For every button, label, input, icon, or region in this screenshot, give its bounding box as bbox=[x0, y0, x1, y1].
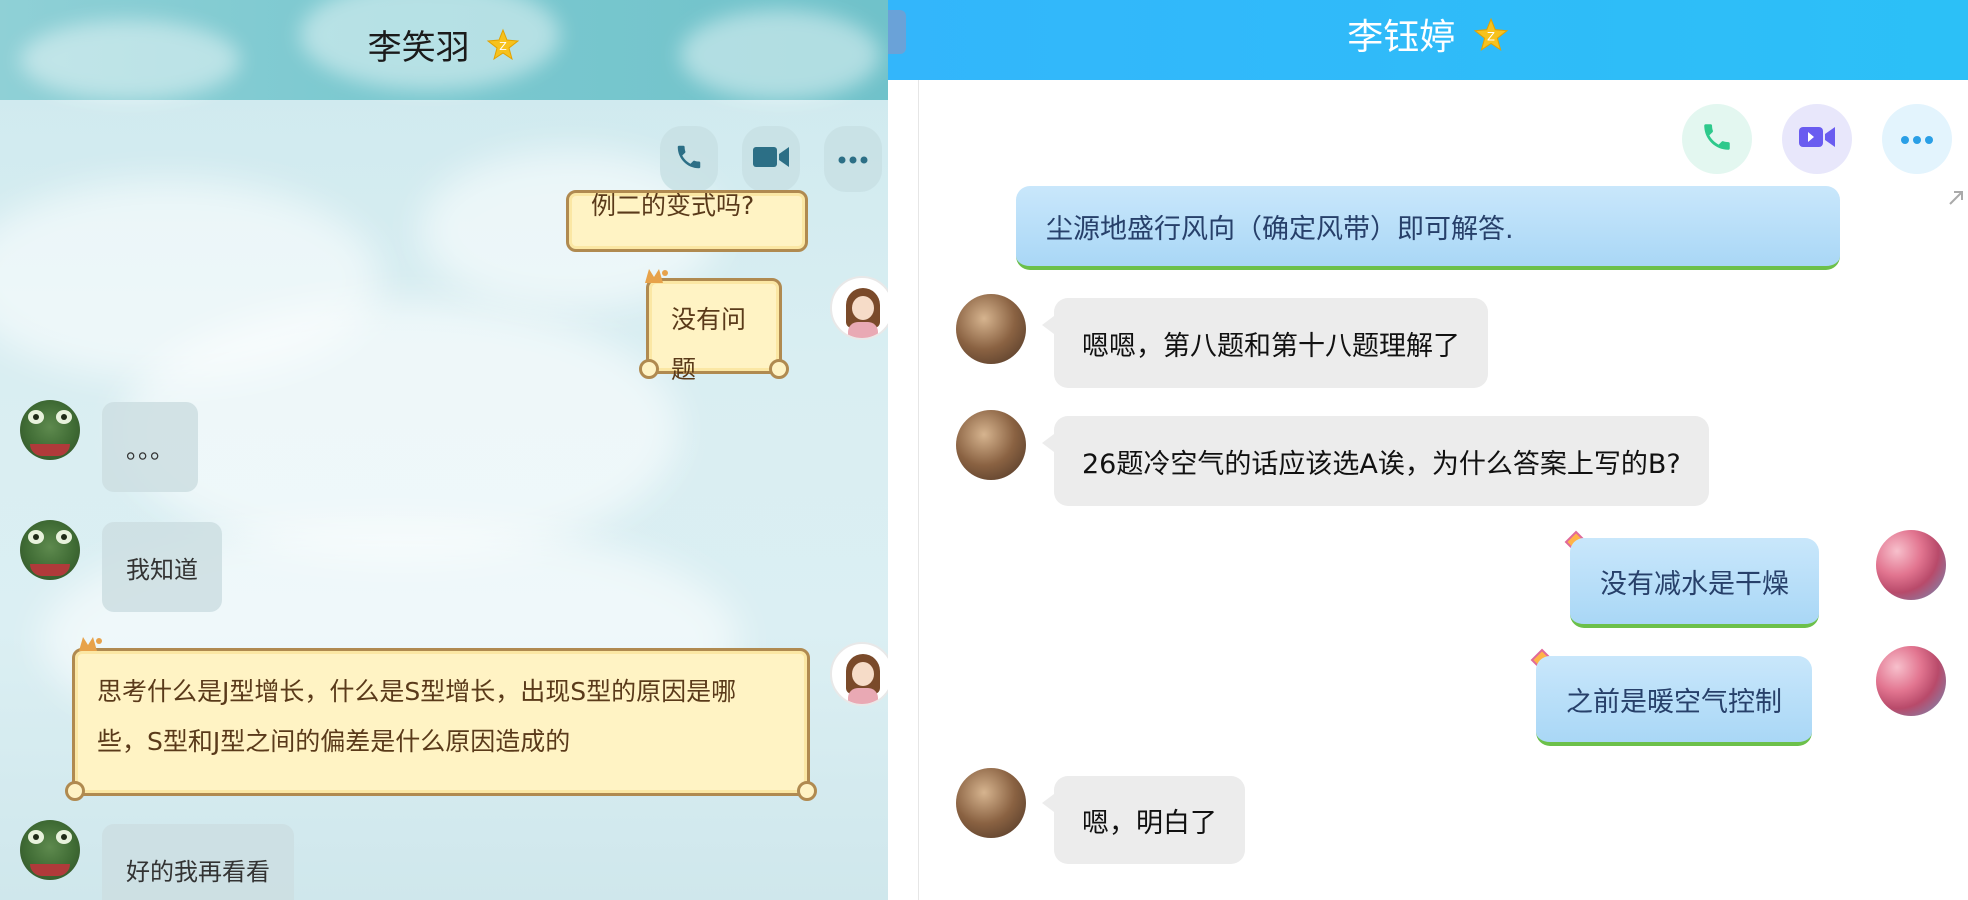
scroll-corner bbox=[769, 359, 789, 379]
scroll-corner bbox=[639, 359, 659, 379]
more-options-button[interactable] bbox=[824, 126, 882, 192]
cat-decoration-icon bbox=[645, 269, 668, 283]
message-bubble-partial: 尘源地盛行风向（确定风带）即可解答. bbox=[1016, 186, 1840, 270]
avatar-contact[interactable] bbox=[956, 768, 1026, 838]
message-bubble-partial: 例二的变式吗? bbox=[566, 190, 808, 252]
contact-name: 李钰婷 bbox=[1347, 17, 1456, 58]
call-actions bbox=[660, 126, 882, 192]
left-chat-window: 李笑羽 Z 例二的变式吗? 没有问题 。。。 我知道 思考什么是J型增长，什么是… bbox=[0, 0, 888, 900]
svg-text:Z: Z bbox=[1487, 29, 1495, 43]
message-bubble-sent: 没有减水是干燥 bbox=[1570, 538, 1819, 628]
message-bubble-sent: 之前是暖空气控制 bbox=[1536, 656, 1812, 746]
avatar-contact[interactable] bbox=[20, 820, 80, 880]
chat-header: 李钰婷 Z bbox=[888, 0, 1968, 80]
more-icon bbox=[838, 150, 868, 169]
scroll-corner bbox=[65, 781, 85, 801]
vip-star-icon: Z bbox=[1473, 17, 1509, 62]
phone-icon bbox=[1700, 120, 1734, 158]
video-call-button[interactable] bbox=[1782, 104, 1852, 174]
video-call-button[interactable] bbox=[742, 126, 800, 192]
call-actions bbox=[1682, 104, 1952, 174]
video-icon bbox=[751, 142, 791, 176]
message-bubble-received: 。。。 bbox=[102, 402, 198, 492]
message-bubble-received: 嗯嗯，第八题和第十八题理解了 bbox=[1042, 298, 1488, 388]
voice-call-button[interactable] bbox=[1682, 104, 1752, 174]
voice-call-button[interactable] bbox=[660, 126, 718, 192]
avatar-contact[interactable] bbox=[956, 294, 1026, 364]
phone-icon bbox=[674, 142, 704, 176]
avatar-self[interactable] bbox=[830, 642, 888, 706]
video-icon bbox=[1797, 122, 1837, 156]
avatar-self[interactable] bbox=[1876, 530, 1946, 600]
avatar-self[interactable] bbox=[1876, 646, 1946, 716]
avatar-contact[interactable] bbox=[20, 520, 80, 580]
avatar-contact[interactable] bbox=[20, 400, 80, 460]
contact-name: 李笑羽 bbox=[367, 28, 470, 68]
chat-header: 李笑羽 Z bbox=[0, 0, 888, 100]
cat-decoration-icon bbox=[79, 637, 102, 651]
svg-text:Z: Z bbox=[500, 40, 508, 53]
message-bubble-received: 嗯，明白了 bbox=[1042, 776, 1245, 864]
message-bubble-sent: 没有问题 bbox=[639, 269, 789, 384]
expand-arrow-icon[interactable] bbox=[1948, 190, 1964, 206]
more-options-button[interactable] bbox=[1882, 104, 1952, 174]
more-icon bbox=[1900, 130, 1934, 149]
avatar-self[interactable] bbox=[830, 276, 888, 340]
vip-star-icon: Z bbox=[486, 28, 520, 71]
right-chat-window: 李钰婷 Z 尘源地盛行风向（确定风带）即可解答. 嗯嗯，第八题和第十八题理解了 … bbox=[888, 0, 1968, 900]
message-bubble-received: 我知道 bbox=[102, 522, 222, 612]
scroll-corner bbox=[797, 781, 817, 801]
message-bubble-received: 好的我再看看 bbox=[102, 824, 294, 900]
divider bbox=[918, 80, 919, 900]
message-bubble-sent: 思考什么是J型增长，什么是S型增长，出现S型的原因是哪些，S型和J型之间的偏差是… bbox=[65, 637, 817, 801]
message-bubble-received: 26题冷空气的话应该选A诶，为什么答案上写的B? bbox=[1042, 416, 1709, 506]
avatar-contact[interactable] bbox=[956, 410, 1026, 480]
